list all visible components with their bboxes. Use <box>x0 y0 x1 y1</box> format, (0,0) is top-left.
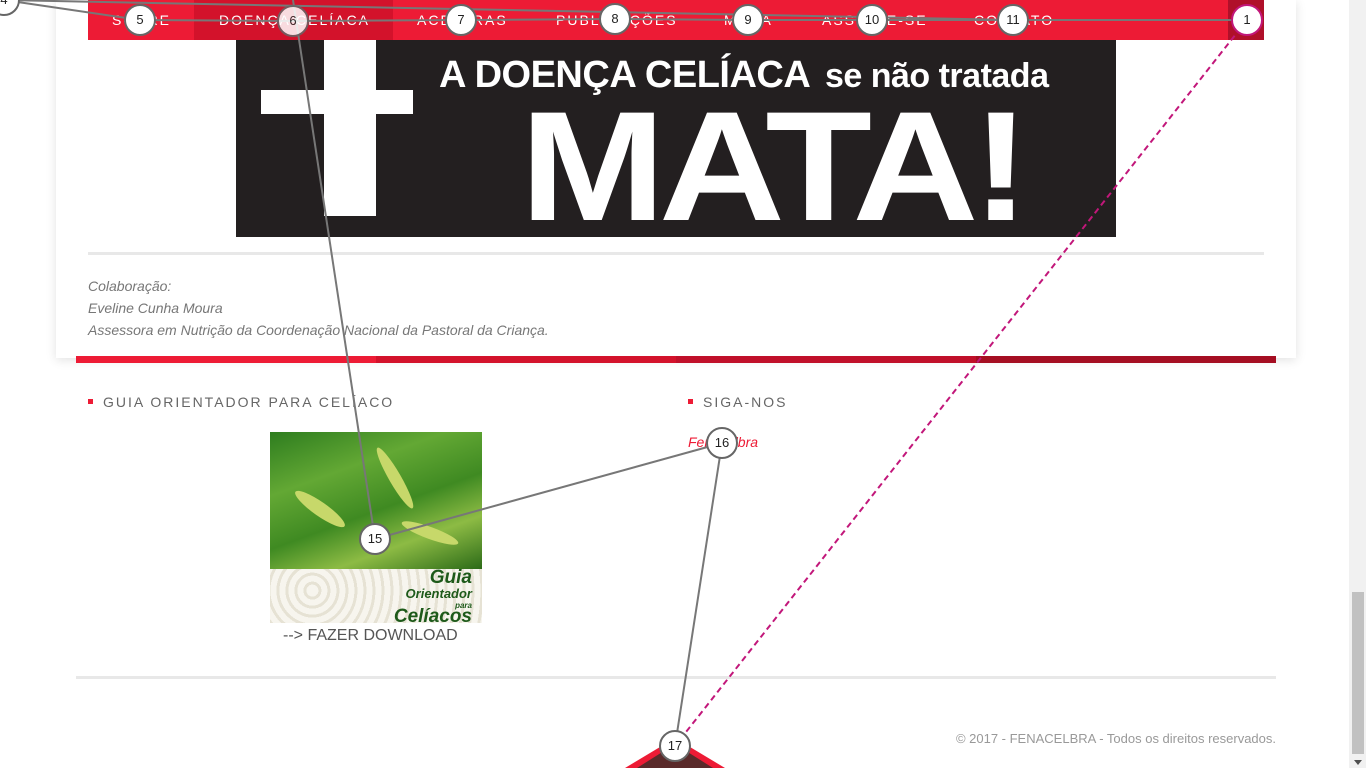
guide-cover-image[interactable]: Guia Orientador para Celíacos <box>270 432 482 623</box>
nav-item-midia[interactable]: Mídia <box>724 0 773 40</box>
download-guide-link[interactable]: --> FAZER DOWNLOAD <box>283 627 458 645</box>
footer-red-stripe <box>76 356 1276 363</box>
page-scrollbar[interactable] <box>1349 0 1366 768</box>
nav-item-associe-se[interactable]: Associe-se <box>822 0 928 40</box>
main-nav: Sobre Doença Celíaca Acelbras Publicaçõe… <box>88 0 1264 40</box>
nav-search-area[interactable] <box>1228 0 1264 40</box>
bullet-square-icon <box>688 398 693 404</box>
fenacelbra-social-link[interactable]: Fenacelbra <box>688 434 758 450</box>
nav-item-sobre[interactable]: Sobre <box>112 0 171 40</box>
scroll-down-arrow-icon[interactable] <box>1354 760 1362 765</box>
bullet-square-icon <box>88 398 93 404</box>
nav-item-contato[interactable]: Contato <box>974 0 1054 40</box>
widget-title-guide: Guia Orientador para Celíaco <box>88 394 394 410</box>
back-to-top-button[interactable] <box>625 728 725 768</box>
footer-divider <box>76 676 1276 679</box>
divider <box>88 252 1264 255</box>
celiac-warning-banner: A DOENÇA CELÍACA se não tratada MATA! <box>236 40 1116 237</box>
widget-title-social: Siga-nos <box>688 394 787 410</box>
nav-item-acelbras[interactable]: Acelbras <box>417 0 508 40</box>
guide-cover-title: Guia Orientador para Celíacos <box>393 567 472 623</box>
banner-mata-text: MATA! <box>520 80 1030 237</box>
scrollbar-thumb[interactable] <box>1352 592 1364 754</box>
annotation-badge: 4 <box>0 0 20 16</box>
credit-label: Colaboração: <box>88 278 172 294</box>
nav-item-doenca-celiaca[interactable]: Doença Celíaca <box>194 0 393 40</box>
copyright-text: © 2017 - FENACELBRA - Todos os direitos … <box>955 731 1276 746</box>
nav-item-publicacoes[interactable]: Publicações <box>556 0 678 40</box>
credit-author: Eveline Cunha Moura <box>88 300 223 316</box>
credit-role: Assessora em Nutrição da Coordenação Nac… <box>88 322 549 338</box>
cross-icon-bar <box>261 90 413 114</box>
cross-icon <box>324 40 376 216</box>
